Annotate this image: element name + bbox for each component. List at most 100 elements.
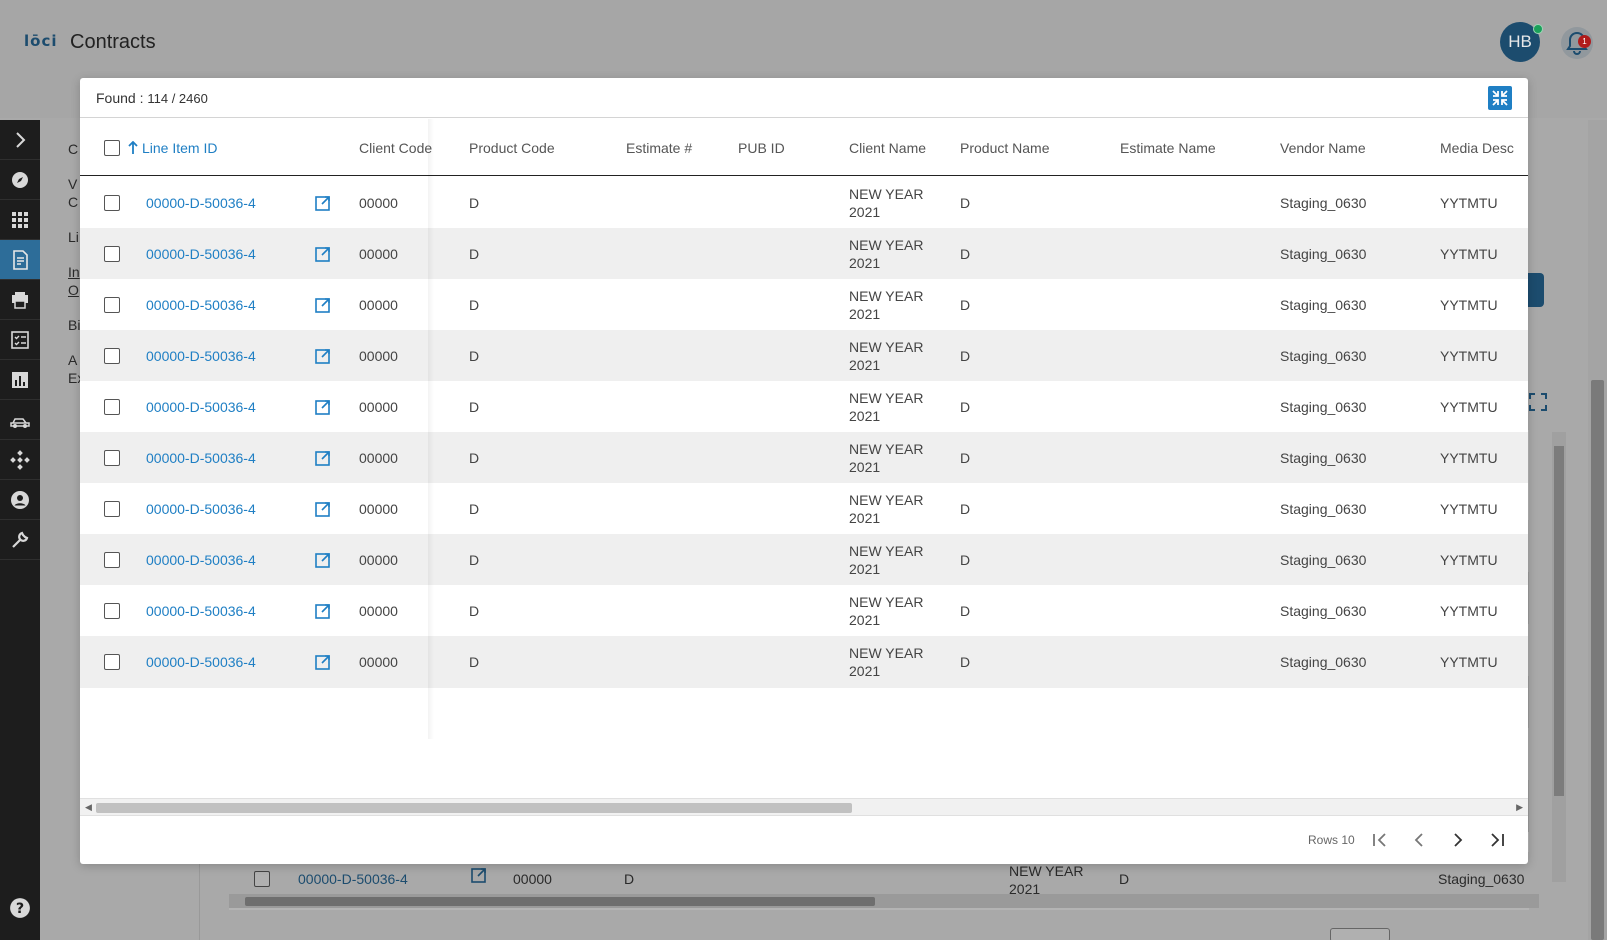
open-external-icon[interactable] [314, 653, 332, 671]
bg-panel-link[interactable]: In [68, 264, 80, 280]
row-checkbox-cell [104, 279, 120, 331]
background-horizontal-scrollbar[interactable] [229, 894, 1539, 908]
open-external-icon[interactable] [314, 194, 332, 212]
next-page-button[interactable] [1447, 829, 1469, 851]
table-row[interactable]: 00000-D-50036-4 00000 D NEW YEAR 2021 D Stagi… [80, 636, 1528, 688]
horizontal-scrollbar-thumb[interactable] [96, 803, 852, 813]
line-item-id-link[interactable]: 00000-D-50036-4 [146, 585, 256, 637]
column-header-product-code[interactable]: Product Code [469, 119, 555, 176]
column-header-pub-id[interactable]: PUB ID [738, 119, 785, 176]
table-row[interactable]: 00000-D-50036-4 00000 D NEW YEAR 2021 D Stagi… [80, 585, 1528, 637]
nav-explore[interactable] [0, 160, 40, 200]
column-header-vendor-name[interactable]: Vendor Name [1280, 119, 1366, 176]
cell-media-desc: YYTMTU [1440, 399, 1498, 415]
help-button[interactable]: ? [0, 888, 40, 928]
nav-checklist[interactable] [0, 320, 40, 360]
line-item-id-link[interactable]: 00000-D-50036-4 [146, 534, 256, 586]
open-external-cell [314, 228, 332, 280]
nav-settings[interactable] [0, 520, 40, 560]
cell-product-name: D [960, 297, 971, 313]
cell-product-code: D [469, 348, 480, 364]
scroll-left-arrow-icon[interactable]: ◀ [85, 802, 92, 813]
select-all-checkbox[interactable] [104, 139, 120, 156]
nav-reports[interactable] [0, 360, 40, 400]
line-item-id-link[interactable]: 00000-D-50036-4 [146, 432, 256, 484]
page-vertical-scrollbar[interactable] [1588, 120, 1607, 940]
nav-print[interactable] [0, 280, 40, 320]
open-external-icon[interactable] [314, 500, 332, 518]
column-header-label: Media Desc [1440, 139, 1514, 156]
row-checkbox[interactable] [104, 297, 120, 313]
column-header-product-name[interactable]: Product Name [960, 119, 1049, 176]
row-checkbox[interactable] [104, 501, 120, 517]
table-row[interactable]: 00000-D-50036-4 00000 D NEW YEAR 2021 D Stagi… [80, 330, 1528, 382]
chevron-right-icon [1454, 833, 1463, 847]
table-row[interactable]: 00000-D-50036-4 00000 D NEW YEAR 2021 D Stagi… [80, 177, 1528, 229]
scroll-right-arrow-icon[interactable]: ▶ [1516, 802, 1523, 813]
cell-media-desc: YYTMTU [1440, 348, 1498, 364]
table-row[interactable]: 00000-D-50036-4 00000 D NEW YEAR 2021 D Stagi… [80, 228, 1528, 280]
bg-panel-link[interactable]: O [68, 282, 79, 298]
line-item-id-link[interactable]: 00000-D-50036-4 [146, 228, 256, 280]
open-external-icon[interactable] [470, 866, 488, 884]
row-checkbox[interactable] [104, 654, 120, 670]
row-checkbox[interactable] [104, 246, 120, 262]
open-external-icon[interactable] [314, 347, 332, 365]
open-external-icon[interactable] [314, 398, 332, 416]
line-item-id-link[interactable]: 00000-D-50036-4 [146, 330, 256, 382]
column-header-estimate-no[interactable]: Estimate # [626, 119, 692, 176]
first-page-button[interactable] [1369, 829, 1391, 851]
nav-account[interactable] [0, 480, 40, 520]
last-page-button[interactable] [1486, 829, 1508, 851]
horizontal-scrollbar[interactable]: ◀ ▶ [80, 798, 1528, 816]
column-header-client-name[interactable]: Client Name [849, 119, 926, 176]
table-row[interactable]: 00000-D-50036-4 00000 D NEW YEAR 2021 D Stagi… [80, 381, 1528, 433]
cell-media-desc: YYTMTU [1440, 654, 1498, 670]
line-item-id-link[interactable]: 00000-D-50036-4 [146, 279, 256, 331]
bg-line-item-link[interactable]: 00000-D-50036-4 [298, 871, 408, 887]
line-item-id-link[interactable]: 00000-D-50036-4 [146, 636, 256, 688]
nav-vehicles[interactable] [0, 400, 40, 440]
background-rows-select[interactable] [1330, 928, 1390, 940]
nav-apps[interactable] [0, 200, 40, 240]
nav-contracts[interactable] [0, 240, 40, 280]
line-item-id-link[interactable]: 00000-D-50036-4 [146, 381, 256, 433]
table-row[interactable]: 00000-D-50036-4 00000 D NEW YEAR 2021 D Stagi… [80, 432, 1528, 484]
column-header-estimate-name[interactable]: Estimate Name [1120, 119, 1216, 176]
row-checkbox-cell [104, 483, 120, 535]
app-logo[interactable]: lōci [24, 32, 57, 50]
sort-ascending-icon [128, 141, 138, 154]
row-checkbox[interactable] [104, 195, 120, 211]
row-checkbox[interactable] [104, 348, 120, 364]
table-row[interactable]: 00000-D-50036-4 00000 D NEW YEAR 2021 D Stagi… [80, 483, 1528, 535]
row-checkbox[interactable] [104, 450, 120, 466]
cell-client-name: NEW YEAR 2021 [849, 645, 924, 679]
background-vertical-scrollbar[interactable] [1552, 432, 1566, 882]
column-header-media-desc[interactable]: Media Desc [1440, 119, 1514, 176]
open-external-icon[interactable] [314, 551, 332, 569]
table-row[interactable]: 00000-D-50036-4 00000 D NEW YEAR 2021 D Stagi… [80, 534, 1528, 586]
column-header-label: Vendor Name [1280, 139, 1366, 156]
open-external-icon[interactable] [314, 296, 332, 314]
row-checkbox[interactable] [104, 399, 120, 415]
row-checkbox[interactable] [104, 603, 120, 619]
column-header-line-item-id[interactable]: Line Item ID [128, 119, 217, 176]
previous-page-button[interactable] [1408, 829, 1430, 851]
select-all-checkbox-cell [104, 119, 120, 176]
rows-per-page-label: Rows 10 [1308, 833, 1355, 847]
expand-icon[interactable] [1528, 392, 1548, 412]
open-external-icon[interactable] [314, 245, 332, 263]
open-external-icon[interactable] [314, 449, 332, 467]
cell-product-name: D [960, 654, 971, 670]
line-item-id-link[interactable]: 00000-D-50036-4 [146, 483, 256, 535]
nav-network[interactable] [0, 440, 40, 480]
row-checkbox[interactable] [104, 552, 120, 568]
cell-vendor-name: Staging_0630 [1280, 654, 1367, 670]
table-row[interactable]: 00000-D-50036-4 00000 D NEW YEAR 2021 D Stagi… [80, 279, 1528, 331]
line-item-id-link[interactable]: 00000-D-50036-4 [146, 177, 256, 229]
open-external-icon[interactable] [314, 602, 332, 620]
column-header-client-code[interactable]: Client Code [359, 119, 432, 176]
collapse-grid-button[interactable] [1488, 86, 1512, 110]
row-checkbox[interactable] [254, 871, 270, 887]
expand-nav-button[interactable] [0, 120, 40, 160]
